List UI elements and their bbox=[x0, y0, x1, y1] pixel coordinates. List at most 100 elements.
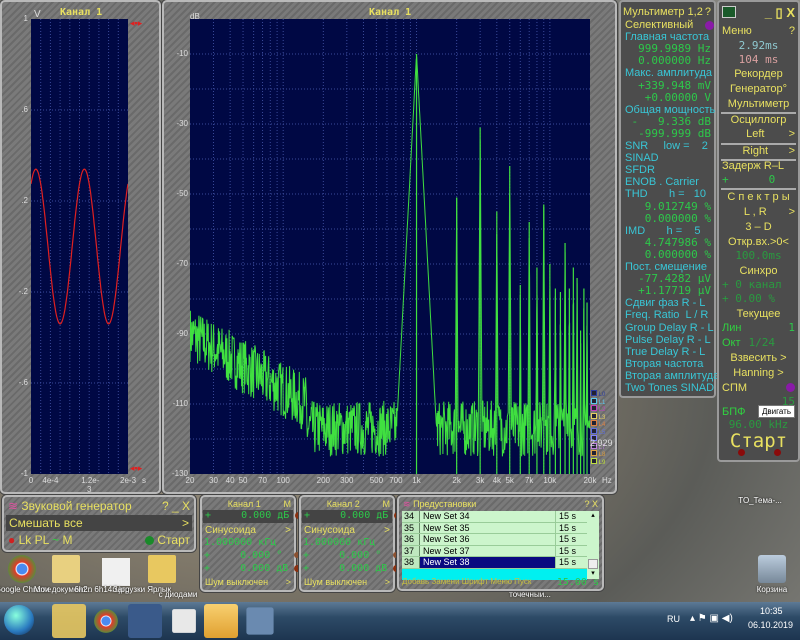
mix-all-row[interactable]: Смешать все > bbox=[6, 515, 192, 531]
multimeter-line: +0.00000 V bbox=[644, 90, 711, 104]
osc-scale-up-arrows[interactable]: ◂▪▸ bbox=[130, 18, 142, 29]
desktop-icon-image[interactable] bbox=[148, 555, 176, 583]
osc-y-tick: .6 bbox=[21, 105, 28, 114]
channel-level[interactable]: + 0.000 дБ bbox=[302, 510, 402, 523]
osc-x-tick: 1.2e-3 bbox=[81, 476, 100, 494]
desktop-icon-image[interactable] bbox=[102, 558, 130, 586]
desktop-icon-image[interactable] bbox=[8, 555, 36, 583]
m-button[interactable]: M bbox=[284, 499, 292, 509]
sync-channel[interactable]: + 0 канал bbox=[722, 278, 795, 292]
m-button[interactable]: M bbox=[63, 533, 73, 547]
desktop-icon-image[interactable] bbox=[758, 555, 786, 583]
language-indicator[interactable]: RU bbox=[667, 614, 680, 624]
sync-percent[interactable]: + 0.00 % bbox=[722, 292, 795, 306]
selective-indicator[interactable] bbox=[705, 21, 714, 30]
generator-start-button[interactable]: Старт bbox=[145, 533, 190, 547]
spectra-button[interactable]: С п е к т р ы bbox=[722, 190, 795, 204]
legend-item[interactable]: L9 bbox=[591, 457, 605, 467]
osc-scale-down-arrows[interactable]: ◂▪▸ bbox=[130, 463, 142, 474]
lr-button[interactable]: L , R > bbox=[722, 205, 795, 219]
help-icon[interactable]: ? bbox=[789, 24, 795, 38]
phase-field[interactable]: + 0.000 ° bbox=[204, 550, 301, 561]
presets-scrollbar[interactable]: ▴ ▾ bbox=[587, 511, 599, 579]
3d-button[interactable]: 3 – D bbox=[722, 220, 795, 234]
taskbar-app-2[interactable] bbox=[204, 604, 238, 638]
help-button[interactable]: ? bbox=[705, 6, 711, 18]
spectrum-x-unit: Hz bbox=[602, 476, 612, 485]
osc-plot[interactable] bbox=[30, 19, 129, 474]
psd-toggle[interactable]: СПМ bbox=[722, 381, 795, 395]
multimeter-button[interactable]: Мультиметр bbox=[722, 97, 795, 111]
noise-select[interactable]: Шум выключен > bbox=[304, 577, 390, 587]
preset-row[interactable]: 35 New Set 35 15 s bbox=[402, 522, 587, 534]
clock-date[interactable]: 06.10.2019 bbox=[748, 620, 793, 630]
desktop-icon-label[interactable]: TO_Тема-... bbox=[730, 496, 790, 506]
multimeter-panel: Мультиметр 1,2 ? Селективный Главная част… bbox=[619, 0, 719, 398]
channel-title: Канал 1M bbox=[227, 499, 292, 509]
frequency-field[interactable]: 1.000000 кГц bbox=[303, 537, 375, 548]
spectrum-trace bbox=[189, 56, 591, 457]
legend-value: 2.929 bbox=[590, 438, 613, 448]
taskbar-chrome[interactable] bbox=[94, 609, 118, 633]
oscilloscope-button[interactable]: Осциллогр bbox=[722, 113, 795, 127]
start-button[interactable]: Старт bbox=[722, 430, 795, 452]
preset-row[interactable]: 38 New Set 38 15 s bbox=[402, 557, 587, 569]
noise-select[interactable]: Шум выключен > bbox=[205, 577, 291, 587]
current-button[interactable]: Текущее bbox=[722, 307, 795, 321]
lin-row[interactable]: Лин 1 bbox=[722, 321, 795, 335]
taskbar-explorer[interactable] bbox=[52, 604, 86, 638]
preset-row[interactable]: 37 New Set 37 15 s bbox=[402, 545, 587, 557]
taskbar-app-1[interactable] bbox=[172, 609, 196, 633]
spectrum-plot[interactable] bbox=[189, 19, 591, 474]
open-input-value[interactable]: 100.0ms bbox=[722, 249, 795, 263]
taskbar-network[interactable] bbox=[128, 604, 162, 638]
clock-time[interactable]: 10:35 bbox=[760, 606, 783, 616]
desktop-icon-label[interactable]: Корзина bbox=[742, 585, 800, 595]
window-buttons[interactable]: _ ▯ X bbox=[722, 6, 795, 20]
desktop-icon-label[interactable]: точечный... bbox=[500, 590, 560, 600]
taskbar-paint[interactable] bbox=[246, 607, 274, 635]
pin-icon[interactable]: ● bbox=[8, 533, 15, 547]
phase-field[interactable]: + 0.000 ° bbox=[303, 550, 400, 561]
channel-2-panel: Канал 2M + 0.000 дБ Синусоида > 1.000000 … bbox=[299, 495, 402, 592]
menu-button[interactable]: Меню? bbox=[722, 24, 795, 38]
m-button[interactable]: M bbox=[383, 499, 391, 509]
channel-1-panel: Канал 1M + 0.000 дБ Синусоида > 1.000000 … bbox=[200, 495, 303, 592]
delay-value[interactable]: +0 bbox=[722, 173, 795, 187]
tray-icons[interactable]: ▴ ⚑ ▣ ◀) bbox=[690, 613, 733, 624]
generator-button[interactable]: Генератор° bbox=[722, 82, 795, 96]
preset-row[interactable]: 36 New Set 36 15 s bbox=[402, 534, 587, 546]
spectrum-x-tick: 1k bbox=[412, 476, 421, 485]
spectrum-y-tick: -90 bbox=[176, 329, 188, 338]
spectrum-x-tick: 20k bbox=[583, 476, 597, 485]
waveform-select[interactable]: Синусоида > bbox=[205, 525, 291, 536]
start-orb[interactable] bbox=[4, 605, 34, 635]
frequency-field[interactable]: 1.000000 кГц bbox=[204, 537, 276, 548]
open-input-button[interactable]: Откр.вх.>0< bbox=[722, 235, 795, 249]
mode-buttons[interactable]: Lk PL bbox=[19, 533, 49, 547]
window-function-button[interactable]: Hanning > bbox=[722, 366, 795, 380]
desktop-icon-label[interactable]: с диодами bbox=[148, 590, 208, 600]
spectrum-y-tick: -30 bbox=[176, 119, 188, 128]
left-channel-button[interactable]: Left > bbox=[722, 127, 795, 141]
recorder-button[interactable]: Рекордер bbox=[722, 67, 795, 81]
multimeter-line: +339.948 mV bbox=[638, 78, 711, 92]
channel-level[interactable]: + 0.000 дБ bbox=[203, 510, 303, 523]
spectrum-x-tick: 50 bbox=[238, 476, 248, 485]
sound-generator-window: ≋ Звуковой генератор ? _ X Смешать все > … bbox=[2, 495, 196, 552]
amplitude-field[interactable]: + 0.000 дВ bbox=[303, 563, 401, 574]
okt-row[interactable]: Окт 1/24 bbox=[722, 336, 795, 350]
right-channel-button[interactable]: Right > bbox=[722, 144, 795, 158]
desktop-icon-image[interactable] bbox=[52, 555, 80, 583]
presets-actions[interactable]: Добавь Замени Шрифт Меню Пуск bbox=[402, 577, 531, 586]
presets-window-buttons[interactable]: ? X bbox=[584, 499, 598, 509]
amplitude-field[interactable]: + 0.000 дВ bbox=[204, 563, 302, 574]
waveform-select[interactable]: Синусоида > bbox=[304, 525, 390, 536]
weighting-button[interactable]: Взвесить > bbox=[722, 351, 795, 365]
generator-bottom-row: ● Lk PL ~ M Старт bbox=[8, 533, 190, 547]
spectrum-x-tick: 100 bbox=[276, 476, 290, 485]
wave-toggle[interactable]: ~ bbox=[52, 533, 59, 547]
sync-button[interactable]: Синхро bbox=[722, 264, 795, 278]
preset-row[interactable]: 34 New Set 34 15 s bbox=[402, 511, 587, 523]
generator-window-buttons[interactable]: ? _ X bbox=[162, 499, 190, 513]
